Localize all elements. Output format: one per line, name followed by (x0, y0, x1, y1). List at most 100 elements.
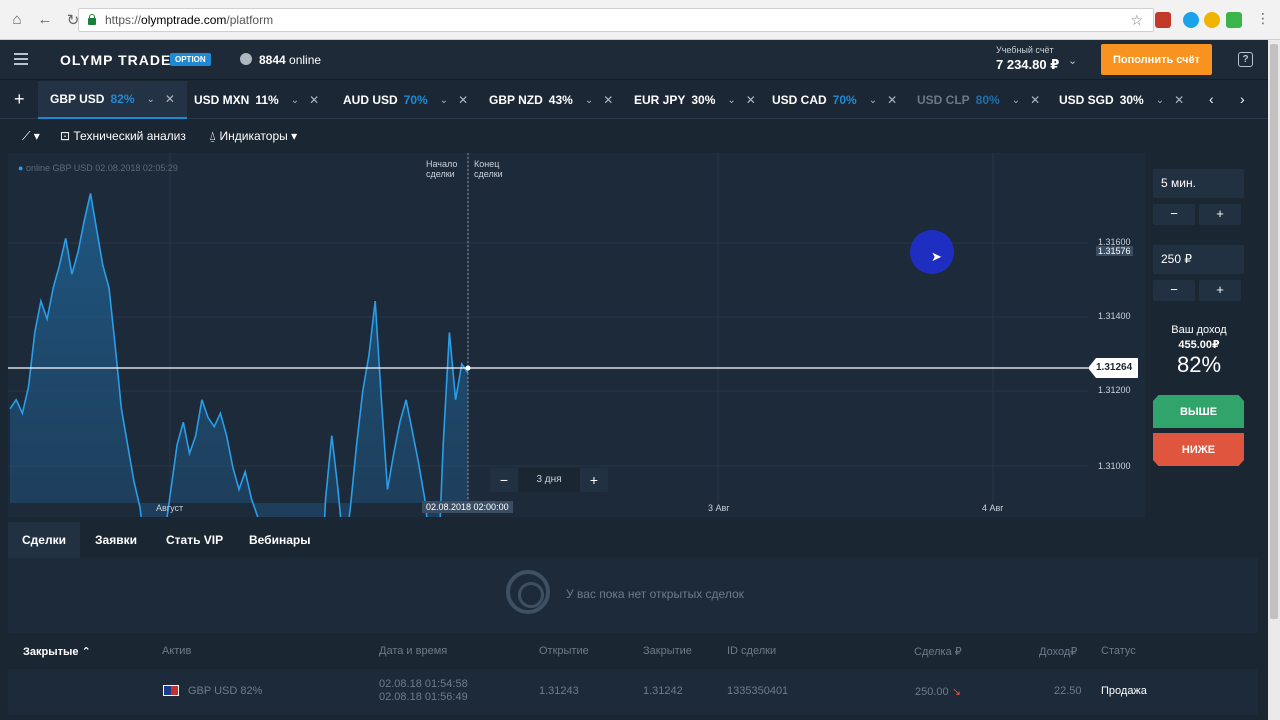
zoom-in-button[interactable]: + (580, 468, 608, 492)
tab-pct: 70% (403, 93, 428, 107)
chart-svg[interactable] (8, 153, 1145, 517)
indicators-button[interactable]: ⍙ Индикаторы ▾ (209, 129, 297, 144)
chart-type-icon[interactable]: ⟋ ▾ (22, 129, 40, 144)
higher-button[interactable]: ВЫШЕ (1153, 395, 1244, 428)
open-deals-empty: У вас пока нет открытых сделок (8, 558, 1258, 633)
tab-orders[interactable]: Заявки (81, 522, 151, 558)
row-asset: GBP USD 82% (188, 685, 262, 697)
chevron-down-icon[interactable]: ⌄ (1068, 54, 1077, 67)
tab-webinars[interactable]: Вебинары (235, 522, 324, 558)
bottom-tabs: Сделки Заявки Стать VIP Вебинары (8, 522, 1258, 558)
scrollbar[interactable] (1268, 40, 1280, 720)
add-tab-icon[interactable]: + (14, 89, 32, 110)
zoom-out-button[interactable]: − (490, 468, 518, 492)
amount-plus-button[interactable]: + (1199, 280, 1241, 301)
amount-minus-button[interactable]: − (1153, 280, 1195, 301)
chevron-left-icon[interactable]: ‹ (1209, 91, 1214, 107)
col-id: ID сделки (727, 645, 777, 657)
row-id: 1335350401 (727, 685, 789, 697)
account-selector[interactable]: Учебный счёт 7 234.80 ₽ (996, 45, 1059, 73)
indicators-label: Индикаторы (219, 129, 288, 143)
chevron-down-icon[interactable]: ⌄ (585, 95, 593, 106)
tab-usd-clp[interactable]: USD CLP 80% ⌄ ✕ (917, 81, 1040, 119)
tab-label: GBP USD (50, 92, 105, 106)
back-icon[interactable]: ← (34, 9, 56, 31)
time-plus-button[interactable]: + (1199, 204, 1241, 225)
time-input[interactable]: 5 мин. (1153, 169, 1244, 198)
y-tick: 1.31000 (1098, 461, 1131, 471)
mouse-pointer-icon: ➤ (931, 249, 942, 264)
tab-aud-usd[interactable]: AUD USD 70% ⌄ ✕ (343, 81, 468, 119)
tab-gbp-usd[interactable]: GBP USD 82% ⌄ ✕ (38, 81, 187, 119)
empty-deals-icon (506, 570, 550, 614)
chevron-down-icon[interactable]: ⌄ (1012, 95, 1020, 106)
tab-label: USD SGD (1059, 93, 1114, 107)
online-count: 8844 online (259, 53, 321, 67)
close-icon[interactable]: ✕ (746, 93, 756, 107)
legend-dot: ● (18, 163, 26, 173)
empty-text: У вас пока нет открытых сделок (566, 587, 744, 601)
row-date-open: 02.08.18 01:54:58 (379, 678, 468, 690)
tab-gbp-nzd[interactable]: GBP NZD 43% ⌄ ✕ (489, 81, 613, 119)
address-bar[interactable]: https://olymptrade.com/platform ☆ (78, 8, 1154, 32)
close-icon[interactable]: ✕ (309, 93, 319, 107)
row-asset-pct: 82% (240, 685, 263, 697)
tab-usd-cad[interactable]: USD CAD 70% ⌄ ✕ (772, 81, 897, 119)
close-icon[interactable]: ✕ (458, 93, 468, 107)
deal-end-line2: сделки (474, 169, 503, 179)
close-icon[interactable]: ✕ (1030, 93, 1040, 107)
closed-toggle[interactable]: Закрытые ⌃ (23, 645, 91, 658)
row-asset-name: GBP USD (188, 685, 238, 697)
chevron-right-icon[interactable]: › (1240, 91, 1245, 107)
lower-button[interactable]: НИЖЕ (1153, 433, 1244, 466)
tab-usd-sgd[interactable]: USD SGD 30% ⌄ ✕ (1059, 81, 1184, 119)
bookmark-star-icon[interactable]: ☆ (1130, 12, 1143, 29)
deposit-button[interactable]: Пополнить счёт (1101, 44, 1212, 75)
trade-panel: 5 мин. − + 250 ₽ − + Ваш доход 455.00₽ 8… (1146, 153, 1258, 517)
x-label: 4 Авг (982, 503, 1004, 513)
chevron-down-icon[interactable]: ⌄ (147, 94, 155, 105)
price-chart[interactable]: ● online GBP USD 02.08.2018 02:05:29 Нач… (8, 153, 1145, 517)
extension-icon[interactable] (1204, 12, 1220, 28)
close-icon[interactable]: ✕ (165, 92, 175, 106)
browser-menu-icon[interactable]: ⋮ (1256, 10, 1270, 27)
tab-deals[interactable]: Сделки (8, 522, 80, 558)
row-open: 1.31243 (539, 685, 579, 697)
close-icon[interactable]: ✕ (887, 93, 897, 107)
chevron-down-icon[interactable]: ⌄ (440, 95, 448, 106)
close-icon[interactable]: ✕ (603, 93, 613, 107)
chevron-down-icon[interactable]: ⌄ (291, 95, 299, 106)
globe-icon (240, 53, 252, 65)
flag-icon (163, 685, 179, 696)
col-open: Открытие (539, 645, 589, 657)
url-path: /platform (226, 13, 274, 27)
tab-vip[interactable]: Стать VIP (152, 522, 237, 558)
closed-label: Закрытые (23, 646, 79, 658)
extension-icon[interactable] (1155, 12, 1171, 28)
help-icon[interactable]: ? (1238, 52, 1253, 67)
close-icon[interactable]: ✕ (1174, 93, 1184, 107)
chevron-down-icon[interactable]: ⌄ (727, 95, 735, 106)
row-dates: 02.08.18 01:54:58 02.08.18 01:56:49 (379, 678, 468, 704)
income-pct: 82% (1176, 352, 1222, 377)
amount-input[interactable]: 250 ₽ (1153, 245, 1244, 274)
tab-usd-mxn[interactable]: USD MXN 11% ⌄ ✕ (194, 81, 319, 119)
tab-pct: 30% (1119, 93, 1144, 107)
menu-icon[interactable] (14, 53, 28, 65)
home-icon[interactable]: ⌂ (6, 9, 28, 31)
extension-icon[interactable] (1183, 12, 1199, 28)
current-point (465, 365, 471, 371)
time-minus-button[interactable]: − (1153, 204, 1195, 225)
technical-analysis-button[interactable]: ⊡ Технический анализ (60, 129, 186, 143)
scrollbar-thumb[interactable] (1270, 44, 1278, 619)
chevron-down-icon[interactable]: ⌄ (869, 95, 877, 106)
tab-pct: 70% (832, 93, 857, 107)
table-row[interactable]: GBP USD 82% 02.08.18 01:54:58 02.08.18 01… (8, 669, 1258, 715)
tab-pct: 30% (691, 93, 716, 107)
current-price-tag: 1.31264 (1088, 358, 1139, 378)
extension-icon[interactable] (1226, 12, 1242, 28)
price-area (10, 193, 468, 517)
tab-eur-jpy[interactable]: EUR JPY 30% ⌄ ✕ (634, 81, 756, 119)
row-status: Продажа (1101, 685, 1147, 697)
chevron-down-icon[interactable]: ⌄ (1156, 95, 1164, 106)
